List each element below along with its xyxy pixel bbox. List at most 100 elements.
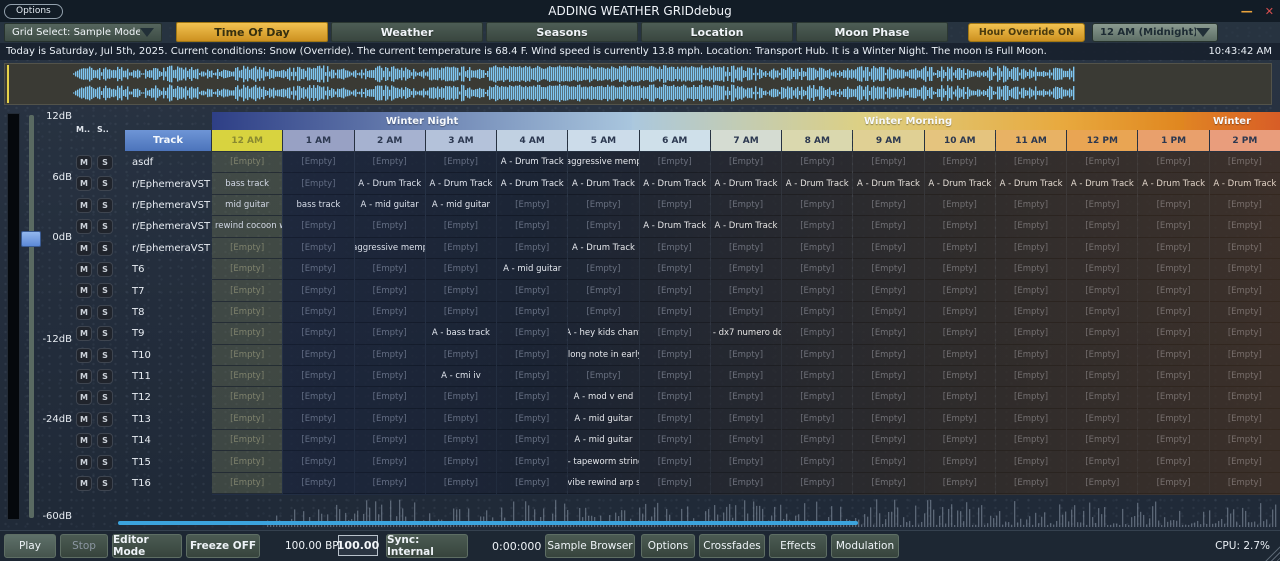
- mute-button[interactable]: M: [76, 262, 92, 277]
- sample-slot[interactable]: A - mod v end: [568, 387, 638, 408]
- empty-slot[interactable]: [Empty]: [355, 216, 425, 237]
- solo-button[interactable]: S: [97, 283, 113, 298]
- empty-slot[interactable]: [Empty]: [996, 473, 1066, 494]
- empty-slot[interactable]: [Empty]: [996, 195, 1066, 216]
- empty-slot[interactable]: [Empty]: [711, 195, 781, 216]
- empty-slot[interactable]: [Empty]: [1067, 280, 1137, 301]
- empty-slot[interactable]: [Empty]: [283, 345, 353, 366]
- empty-slot[interactable]: [Empty]: [283, 366, 353, 387]
- sample-slot[interactable]: A - Drum Track: [996, 173, 1066, 194]
- empty-slot[interactable]: [Empty]: [212, 451, 282, 472]
- empty-slot[interactable]: [Empty]: [925, 345, 995, 366]
- empty-slot[interactable]: [Empty]: [640, 473, 710, 494]
- empty-slot[interactable]: [Empty]: [426, 430, 496, 451]
- empty-slot[interactable]: [Empty]: [925, 366, 995, 387]
- empty-slot[interactable]: [Empty]: [1210, 152, 1280, 173]
- empty-slot[interactable]: [Empty]: [853, 152, 923, 173]
- empty-slot[interactable]: [Empty]: [1067, 323, 1137, 344]
- track-name[interactable]: T16: [115, 473, 212, 494]
- empty-slot[interactable]: [Empty]: [1138, 323, 1208, 344]
- empty-slot[interactable]: [Empty]: [355, 430, 425, 451]
- empty-slot[interactable]: [Empty]: [497, 195, 567, 216]
- solo-button[interactable]: S: [97, 198, 113, 213]
- track-name[interactable]: T13: [115, 409, 212, 430]
- empty-slot[interactable]: [Empty]: [640, 280, 710, 301]
- hour-header[interactable]: 10 AM: [925, 130, 995, 151]
- empty-slot[interactable]: [Empty]: [212, 302, 282, 323]
- empty-slot[interactable]: [Empty]: [283, 323, 353, 344]
- sample-slot[interactable]: bass track: [283, 195, 353, 216]
- empty-slot[interactable]: [Empty]: [996, 238, 1066, 259]
- sample-slot[interactable]: A - mid guitar: [568, 409, 638, 430]
- track-name[interactable]: T7: [115, 280, 212, 301]
- empty-slot[interactable]: [Empty]: [1138, 302, 1208, 323]
- editor-mode-button[interactable]: Editor Mode: [112, 534, 182, 558]
- empty-slot[interactable]: [Empty]: [853, 280, 923, 301]
- empty-slot[interactable]: [Empty]: [283, 387, 353, 408]
- mute-button[interactable]: M: [76, 326, 92, 341]
- empty-slot[interactable]: [Empty]: [1067, 195, 1137, 216]
- empty-slot[interactable]: [Empty]: [497, 430, 567, 451]
- empty-slot[interactable]: [Empty]: [640, 302, 710, 323]
- empty-slot[interactable]: [Empty]: [925, 387, 995, 408]
- empty-slot[interactable]: [Empty]: [996, 387, 1066, 408]
- empty-slot[interactable]: [Empty]: [925, 430, 995, 451]
- empty-slot[interactable]: [Empty]: [1067, 345, 1137, 366]
- empty-slot[interactable]: [Empty]: [497, 473, 567, 494]
- solo-button[interactable]: S: [97, 348, 113, 363]
- empty-slot[interactable]: [Empty]: [782, 430, 852, 451]
- empty-slot[interactable]: [Empty]: [996, 280, 1066, 301]
- empty-slot[interactable]: [Empty]: [640, 345, 710, 366]
- empty-slot[interactable]: [Empty]: [782, 195, 852, 216]
- empty-slot[interactable]: [Empty]: [355, 323, 425, 344]
- solo-button[interactable]: S: [97, 369, 113, 384]
- empty-slot[interactable]: [Empty]: [1138, 451, 1208, 472]
- empty-slot[interactable]: [Empty]: [283, 430, 353, 451]
- empty-slot[interactable]: [Empty]: [426, 216, 496, 237]
- empty-slot[interactable]: [Empty]: [925, 409, 995, 430]
- track-name[interactable]: T8: [115, 302, 212, 323]
- empty-slot[interactable]: [Empty]: [782, 259, 852, 280]
- empty-slot[interactable]: [Empty]: [283, 173, 353, 194]
- sample-browser-button[interactable]: Sample Browser: [545, 534, 635, 558]
- sample-slot[interactable]: A - dx7 numero dos: [711, 323, 781, 344]
- mute-button[interactable]: M: [76, 476, 92, 491]
- empty-slot[interactable]: [Empty]: [1210, 195, 1280, 216]
- empty-slot[interactable]: [Empty]: [1067, 302, 1137, 323]
- hour-select-dropdown[interactable]: 12 AM (Midnight): [1092, 23, 1218, 42]
- sample-slot[interactable]: A - bass track: [426, 323, 496, 344]
- empty-slot[interactable]: [Empty]: [426, 302, 496, 323]
- track-name[interactable]: T12: [115, 387, 212, 408]
- solo-button[interactable]: S: [97, 219, 113, 234]
- mute-button[interactable]: M: [76, 283, 92, 298]
- tab-location[interactable]: Location: [641, 22, 793, 42]
- sample-slot[interactable]: A - Drum Track: [711, 173, 781, 194]
- empty-slot[interactable]: [Empty]: [212, 238, 282, 259]
- solo-button[interactable]: S: [97, 176, 113, 191]
- hour-header[interactable]: 8 AM: [782, 130, 852, 151]
- hour-header[interactable]: 4 AM: [497, 130, 567, 151]
- play-button[interactable]: Play: [4, 534, 56, 558]
- empty-slot[interactable]: [Empty]: [925, 302, 995, 323]
- empty-slot[interactable]: [Empty]: [355, 345, 425, 366]
- solo-button[interactable]: S: [97, 412, 113, 427]
- empty-slot[interactable]: [Empty]: [1067, 430, 1137, 451]
- track-name[interactable]: T6: [115, 259, 212, 280]
- empty-slot[interactable]: [Empty]: [1138, 473, 1208, 494]
- empty-slot[interactable]: [Empty]: [1210, 323, 1280, 344]
- empty-slot[interactable]: [Empty]: [925, 216, 995, 237]
- empty-slot[interactable]: [Empty]: [853, 259, 923, 280]
- sample-slot[interactable]: A - Drum Track: [853, 173, 923, 194]
- empty-slot[interactable]: [Empty]: [996, 430, 1066, 451]
- mute-button[interactable]: M: [76, 198, 92, 213]
- mute-button[interactable]: M: [76, 369, 92, 384]
- sample-slot[interactable]: A - mid guitar: [497, 259, 567, 280]
- mute-button[interactable]: M: [76, 241, 92, 256]
- empty-slot[interactable]: [Empty]: [711, 387, 781, 408]
- empty-slot[interactable]: [Empty]: [212, 345, 282, 366]
- empty-slot[interactable]: [Empty]: [640, 409, 710, 430]
- empty-slot[interactable]: [Empty]: [711, 473, 781, 494]
- sample-slot[interactable]: A - Drum Track: [1138, 173, 1208, 194]
- empty-slot[interactable]: [Empty]: [996, 302, 1066, 323]
- mute-button[interactable]: M: [76, 412, 92, 427]
